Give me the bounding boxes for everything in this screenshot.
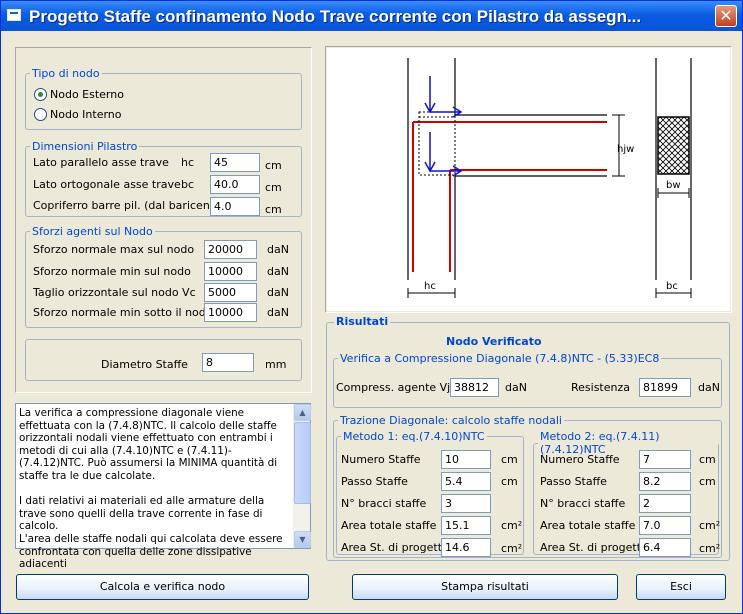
metodo1-legend: Metodo 1: eq.(7.4.10)NTC bbox=[343, 430, 485, 443]
hc-symbol: hc bbox=[181, 156, 195, 169]
m1-passo-label: Passo Staffe bbox=[341, 475, 408, 488]
node-drawing: hjw bw hc bc bbox=[327, 48, 730, 311]
copriferro-label: Copriferro barre pil. (dal baricentro) bbox=[33, 199, 230, 212]
close-button[interactable]: ✕ bbox=[715, 5, 737, 27]
sforzo-sotto-unit: daN bbox=[267, 306, 289, 319]
copriferro-field[interactable]: 4.0 bbox=[210, 197, 260, 216]
m1-passo-unit: cm bbox=[501, 475, 518, 488]
esci-button[interactable]: Esci bbox=[636, 574, 726, 600]
notes-text: La verifica a compressione diagonale vie… bbox=[19, 407, 283, 571]
sforzi-legend: Sforzi agenti sul Nodo bbox=[32, 225, 153, 238]
m1-numero-unit: cm bbox=[501, 453, 518, 466]
hc-unit: cm bbox=[265, 159, 282, 172]
scroll-up-icon[interactable]: ▲ bbox=[294, 404, 311, 421]
nodo-esterno-label[interactable]: Nodo Esterno bbox=[50, 88, 124, 101]
m1-bracci-label: N° bracci staffe bbox=[341, 497, 427, 510]
app-icon bbox=[7, 9, 21, 21]
nodo-interno-radio[interactable] bbox=[34, 108, 47, 121]
metodo1-group: Metodo 1: eq.(7.4.10)NTC bbox=[336, 430, 524, 555]
bw-label: bw bbox=[666, 180, 681, 191]
sforzo-max-field[interactable]: 20000 bbox=[204, 240, 257, 259]
sforzo-min-label: Sforzo normale min sul nodo bbox=[33, 265, 191, 278]
scroll-down-icon[interactable]: ▼ bbox=[294, 531, 311, 548]
trazione-legend: Trazione Diagonale: calcolo staffe nodal… bbox=[340, 414, 562, 427]
hc-label: hc bbox=[424, 281, 436, 292]
main-window: Progetto Staffe confinamento Nodo Trave … bbox=[0, 0, 743, 614]
m1-passo-field[interactable]: 5.4 bbox=[441, 472, 491, 491]
sforzo-max-unit: daN bbox=[267, 243, 289, 256]
m2-passo-field[interactable]: 8.2 bbox=[639, 472, 691, 491]
nodo-esterno-radio[interactable] bbox=[34, 88, 47, 101]
m2-progetto-field[interactable]: 6.4 bbox=[639, 538, 691, 557]
lato-ortogonale-label: Lato ortogonale asse trave bbox=[33, 178, 181, 191]
title-bar: Progetto Staffe confinamento Nodo Trave … bbox=[1, 1, 742, 31]
resistenza-field[interactable]: 81899 bbox=[639, 378, 691, 397]
sforzo-min-field[interactable]: 10000 bbox=[204, 262, 257, 281]
bc-symbol: bc bbox=[181, 178, 195, 191]
compress-label: Compress. agente Vjbd bbox=[336, 381, 465, 394]
sforzo-sotto-field[interactable]: 10000 bbox=[204, 303, 257, 322]
m2-bracci-label: N° bracci staffe bbox=[540, 497, 626, 510]
m2-numero-label: Numero Staffe bbox=[540, 453, 620, 466]
status-text: Nodo Verificato bbox=[446, 335, 542, 348]
scroll-thumb[interactable] bbox=[294, 422, 311, 504]
m2-area-field[interactable]: 7.0 bbox=[639, 516, 691, 535]
m1-bracci-field[interactable]: 3 bbox=[441, 494, 491, 513]
diametro-unit: mm bbox=[265, 358, 287, 371]
taglio-unit: daN bbox=[267, 286, 289, 299]
m2-numero-field[interactable]: 7 bbox=[639, 450, 691, 469]
m1-area-label: Area totale staffe bbox=[341, 519, 437, 532]
risultati-legend: Risultati bbox=[334, 315, 391, 328]
sforzo-min-unit: daN bbox=[267, 265, 289, 278]
m2-passo-unit: cm bbox=[699, 475, 716, 488]
hjw-label: hjw bbox=[617, 144, 634, 155]
m2-area-label: Area totale staffe bbox=[540, 519, 636, 532]
m1-numero-field[interactable]: 10 bbox=[441, 450, 491, 469]
m2-progetto-label: Area St. di progetto bbox=[540, 541, 648, 554]
taglio-label: Taglio orizzontale sul nodo Vc bbox=[33, 286, 196, 299]
nodo-interno-label[interactable]: Nodo Interno bbox=[50, 108, 122, 121]
bc-label: bc bbox=[666, 281, 678, 292]
m2-bracci-field[interactable]: 2 bbox=[639, 494, 691, 513]
taglio-field[interactable]: 5000 bbox=[204, 283, 257, 302]
notes-scrollbar[interactable]: ▲ ▼ bbox=[293, 404, 311, 548]
m2-passo-label: Passo Staffe bbox=[540, 475, 607, 488]
tipo-nodo-legend: Tipo di nodo bbox=[32, 67, 100, 80]
m1-area-field[interactable]: 15.1 bbox=[441, 516, 491, 535]
lato-parallelo-label: Lato parallelo asse trave bbox=[33, 156, 169, 169]
m1-numero-label: Numero Staffe bbox=[341, 453, 421, 466]
sforzo-max-label: Sforzo normale max sul nodo bbox=[33, 243, 195, 256]
node-diagram: hjw bw hc bc bbox=[407, 58, 692, 298]
resistenza-label: Resistenza bbox=[571, 381, 631, 394]
metodo2-group: Metodo 2: eq.(7.4.11) (7.4.12)NTC bbox=[533, 430, 719, 555]
m2-area-unit: cm² bbox=[699, 519, 721, 532]
compress-field[interactable]: 38812 bbox=[450, 378, 499, 397]
m1-progetto-unit: cm² bbox=[501, 542, 523, 555]
resistenza-unit: daN bbox=[698, 381, 720, 394]
m2-numero-unit: cm bbox=[699, 453, 716, 466]
window-title: Progetto Staffe confinamento Nodo Trave … bbox=[29, 7, 642, 26]
notes-textbox[interactable]: La verifica a compressione diagonale vie… bbox=[15, 403, 311, 570]
m1-progetto-field[interactable]: 14.6 bbox=[441, 538, 491, 557]
compress-unit: daN bbox=[505, 381, 527, 394]
verifica-legend: Verifica a Compressione Diagonale (7.4.8… bbox=[340, 352, 660, 365]
bc-unit: cm bbox=[265, 181, 282, 194]
sforzo-sotto-label: Sforzo normale min sotto il nodo bbox=[33, 306, 213, 319]
bc-field[interactable]: 40.0 bbox=[210, 175, 260, 194]
stampa-button[interactable]: Stampa risultati bbox=[352, 574, 618, 600]
diametro-field[interactable]: 8 bbox=[202, 353, 254, 372]
dimensioni-legend: Dimensioni Pilastro bbox=[32, 140, 138, 153]
m1-progetto-label: Area St. di progetto bbox=[341, 541, 449, 554]
m1-area-unit: cm² bbox=[501, 519, 523, 532]
diametro-label: Diametro Staffe bbox=[101, 358, 188, 371]
hc-field[interactable]: 45 bbox=[210, 153, 260, 172]
copriferro-unit: cm bbox=[265, 203, 282, 216]
calcola-button[interactable]: Calcola e verifica nodo bbox=[16, 574, 309, 600]
m2-progetto-unit: cm² bbox=[699, 542, 721, 555]
